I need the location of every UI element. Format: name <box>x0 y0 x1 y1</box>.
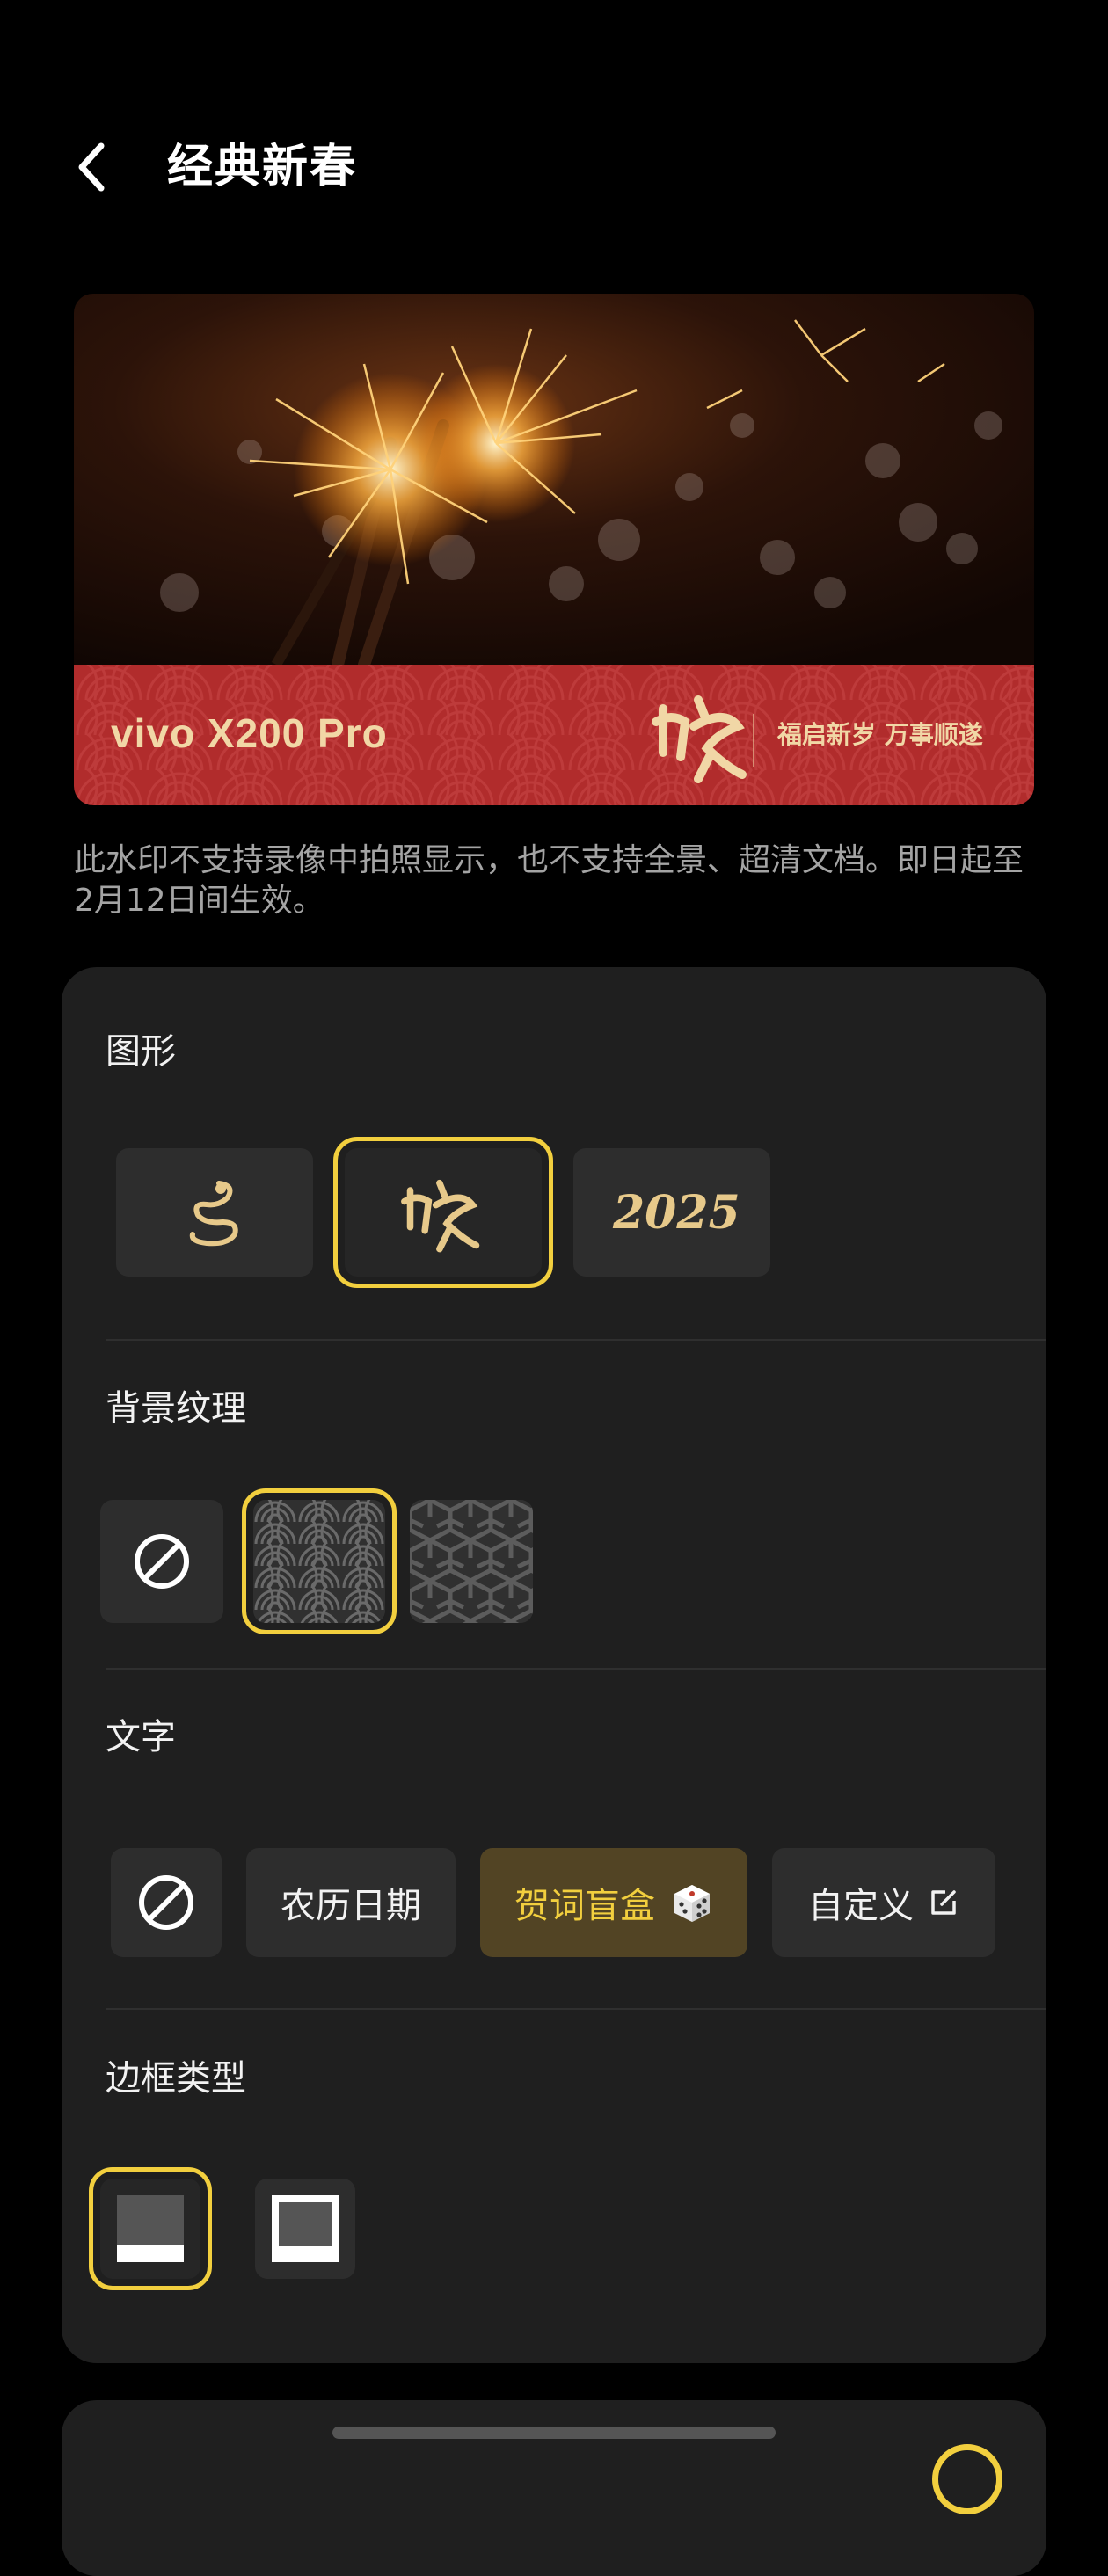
watermark-separator <box>753 714 754 767</box>
divider <box>106 1339 1046 1341</box>
text-option-none[interactable] <box>111 1848 222 1957</box>
text-option-lunar-date[interactable]: 农历日期 <box>246 1848 456 1957</box>
divider <box>106 1668 1046 1670</box>
frame-full-icon <box>272 2195 339 2262</box>
section-title-graphic: 图形 <box>106 1031 176 1072</box>
texture-option-wave[interactable] <box>242 1488 397 1634</box>
sparkler-photo <box>74 294 1034 665</box>
text-option-custom-label: 自定义 <box>808 1886 914 1926</box>
page-title: 经典新春 <box>167 141 358 193</box>
text-option-blessing-box[interactable]: 贺词盲盒 <box>480 1848 747 1957</box>
none-icon <box>135 1534 189 1589</box>
watermark-band: vivo X200 Pro 福启新岁 万事顺遂 <box>74 665 1034 805</box>
watermark-notice: 此水印不支持录像中拍照显示，也不支持全景、超清文档。即日起至2月12日间生效。 <box>74 842 1024 919</box>
edit-icon <box>931 1890 956 1915</box>
snake-line-icon <box>189 1181 238 1247</box>
section-title-frame: 边框类型 <box>106 2058 246 2099</box>
wave-pattern-icon <box>253 1500 385 1623</box>
settings-panel: 图形 2025 背景纹理 文字 农历日期 贺词盲盒 自定义 边框类型 <box>62 967 1046 2363</box>
none-icon <box>139 1875 193 1930</box>
2025-calligraphy-icon: 2025 <box>612 1186 738 1240</box>
texture-option-none[interactable] <box>100 1500 223 1623</box>
snake-calligraphy-icon <box>401 1179 480 1253</box>
graphic-option-2025[interactable]: 2025 <box>573 1148 770 1277</box>
text-option-custom[interactable]: 自定义 <box>772 1848 995 1957</box>
floating-action-icon[interactable] <box>932 2444 1002 2514</box>
text-option-blessing-box-label: 贺词盲盒 <box>514 1886 655 1926</box>
watermark-brand: vivo X200 Pro <box>111 710 388 756</box>
geometric-pattern-icon <box>410 1500 533 1623</box>
header-bar: 经典新春 <box>0 114 1108 220</box>
frame-option-full[interactable] <box>255 2179 355 2279</box>
graphic-option-snake-calligraphy[interactable] <box>333 1137 553 1288</box>
svg-text:2025: 2025 <box>612 1186 738 1240</box>
frame-bottom-icon <box>117 2195 184 2262</box>
divider <box>106 2008 1046 2010</box>
texture-option-geometric[interactable] <box>410 1500 533 1623</box>
snake-calligraphy-icon <box>652 695 747 783</box>
chevron-left-icon <box>78 142 105 192</box>
text-option-lunar-date-label: 农历日期 <box>281 1886 421 1926</box>
dice-icon <box>674 1885 710 1922</box>
graphic-option-snake-line[interactable] <box>116 1148 313 1277</box>
home-indicator[interactable] <box>332 2427 776 2439</box>
section-title-text: 文字 <box>106 1717 176 1757</box>
back-button[interactable] <box>62 132 123 202</box>
watermark-slogan: 福启新岁 万事顺遂 <box>777 720 983 749</box>
watermark-preview: vivo X200 Pro 福启新岁 万事顺遂 <box>74 294 1034 805</box>
section-title-texture: 背景纹理 <box>106 1388 246 1429</box>
frame-option-bottom[interactable] <box>89 2167 212 2290</box>
